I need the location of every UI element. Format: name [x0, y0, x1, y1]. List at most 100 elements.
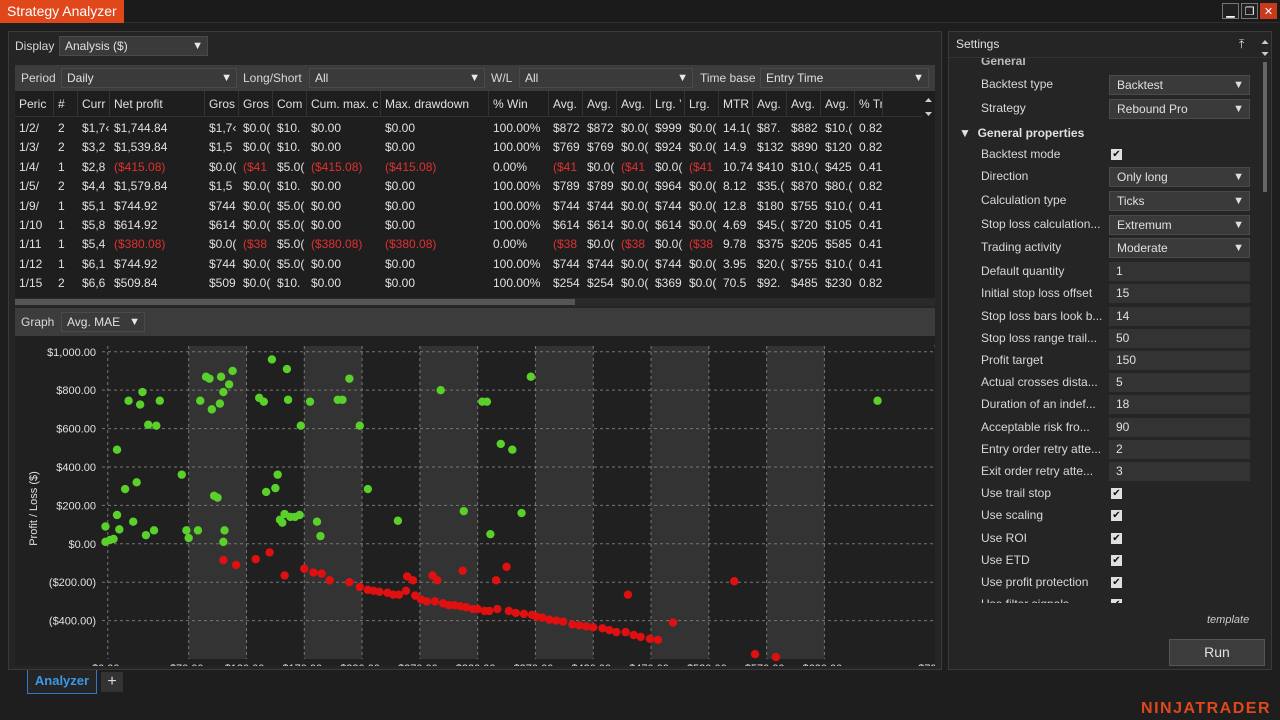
tab-analyzer[interactable]: Analyzer [27, 670, 97, 694]
property-value: Backtest [1117, 78, 1164, 92]
property-dropdown[interactable]: Only long ▼ [1109, 167, 1250, 187]
table-row[interactable]: 1/5/2 $4,4 $1,579.84 $1,5 $0.0($10. $0.00 $0.0… [15, 177, 921, 196]
column-header[interactable]: % Win [489, 91, 549, 117]
table-cell: $0.0( [209, 237, 237, 252]
property-checkbox[interactable]: ✔ [1111, 488, 1122, 500]
table-cell: 0.41 [859, 256, 883, 271]
section-general[interactable]: General [981, 58, 1026, 72]
column-header[interactable]: Avg. [583, 91, 617, 117]
table-cell: 0.82 [859, 179, 883, 194]
column-header[interactable]: Cum. max. c [307, 91, 381, 117]
table-cell: $0.0( [655, 237, 683, 252]
property-row: Direction Only long ▼ [949, 165, 1257, 187]
x-tick-label: $570.00 [745, 663, 785, 666]
template-link[interactable]: template [1207, 614, 1249, 626]
property-value: Rebound Pro [1117, 101, 1188, 116]
column-header[interactable]: Avg. [549, 91, 583, 117]
loss-point [345, 577, 354, 587]
table-cell: $999 [655, 121, 682, 135]
close-button[interactable]: ✕ [1260, 3, 1277, 19]
win-point [345, 374, 354, 383]
table-horizontal-scrollbar[interactable] [15, 298, 935, 306]
table-row[interactable]: 1/11 1 $5,4 ($380.08) $0.0(($38 $5.0(($380.08… [15, 235, 921, 254]
property-row: Backtest type Backtest ▼ [949, 73, 1257, 95]
column-header[interactable]: Avg. [821, 91, 855, 117]
table-row[interactable]: 1/2/2 $1,7‹ $1,744.84 $1,7‹ $0.0($10. $0.00 $0… [15, 119, 921, 138]
table-cell: $0.0( [209, 159, 237, 174]
settings-scrollbar[interactable] [1259, 32, 1271, 603]
property-input[interactable]: 3 [1109, 462, 1250, 481]
property-dropdown[interactable]: Extremum ▼ [1109, 214, 1250, 235]
property-input[interactable]: 50 [1109, 328, 1250, 348]
property-checkbox[interactable]: ✔ [1111, 577, 1122, 588]
property-checkbox[interactable]: ✔ [1111, 148, 1122, 160]
property-input[interactable]: 1 [1109, 262, 1250, 282]
table-cell: $1,5 [209, 140, 233, 155]
column-header[interactable]: Avg. [617, 91, 651, 117]
table-row[interactable]: 1/12 1 $6,1 $744.92 $744 $0.0($5.0($0.00 $0.00… [15, 255, 921, 274]
loss-point [519, 609, 529, 619]
table-cell: $1,579.84 [114, 179, 168, 194]
table-cell: $0.0( [621, 121, 649, 135]
table-cell: 0.82 [859, 140, 883, 155]
column-header[interactable]: MTR [719, 91, 753, 117]
column-header[interactable]: # [54, 91, 78, 117]
table-row[interactable]: 1/4/1 $2,8 ($415.08) $0.0(($41 $5.0(($415.08… [15, 158, 921, 177]
scrollbar-thumb[interactable] [15, 299, 575, 305]
table-row[interactable]: 1/9/1 $5,1 $744.92 $744 $0.0($5.0($0.00 $0.00… [15, 197, 921, 216]
pin-icon[interactable]: ⤒ [1239, 32, 1244, 56]
column-header[interactable]: Lrg. ’ [651, 91, 685, 117]
property-input[interactable]: 14 [1109, 306, 1250, 326]
column-header[interactable]: Avg. [787, 91, 821, 117]
longshort-dropdown[interactable]: All ▼ [309, 68, 485, 88]
table-cell: 1/2/ [19, 121, 40, 135]
property-name: Calculation type [981, 192, 1067, 207]
table-row[interactable]: 1/15 2 $6,6 $509.84 $509 $0.0($10. $0.00 $0.00 1… [15, 274, 921, 293]
loss-point [265, 548, 274, 557]
restore-button[interactable]: ❐ [1241, 3, 1258, 19]
wl-dropdown[interactable]: All ▼ [519, 68, 693, 88]
property-dropdown[interactable]: Moderate ▼ [1109, 238, 1250, 259]
period-dropdown[interactable]: Daily ▼ [61, 68, 237, 88]
add-tab-button[interactable]: + [101, 672, 123, 692]
property-checkbox[interactable]: ✔ [1111, 554, 1122, 566]
section-general-properties[interactable]: ▼ General properties [959, 122, 1084, 144]
column-header[interactable]: Gros [205, 91, 239, 117]
loss-point [219, 555, 228, 565]
timebase-dropdown[interactable]: Entry Time ▼ [760, 68, 929, 88]
property-checkbox[interactable]: ✔ [1111, 599, 1122, 603]
property-dropdown[interactable]: Ticks ▼ [1109, 190, 1250, 211]
column-header[interactable]: Gros [239, 91, 273, 117]
property-input[interactable]: 18 [1109, 395, 1250, 415]
property-dropdown[interactable]: Backtest ▼ [1109, 75, 1250, 95]
table-row[interactable]: 1/3/2 $3,2 $1,539.84 $1,5 $0.0($10. $0.00 $0.0… [15, 138, 921, 157]
graph-dropdown[interactable]: Avg. MAE ▼ [61, 312, 145, 332]
column-header[interactable]: Curr [78, 91, 110, 117]
window-title: Strategy Analyzer [0, 0, 124, 23]
table-cell: 0.00% [493, 237, 528, 252]
display-dropdown[interactable]: Analysis ($) ▼ [59, 36, 208, 56]
property-input[interactable]: 90 [1109, 417, 1250, 437]
table-cell: $872 [587, 121, 614, 135]
property-dropdown[interactable]: Rebound Pro ▼ [1109, 98, 1250, 119]
property-input[interactable]: 150 [1109, 351, 1250, 370]
table-cell: $1,539.84 [114, 140, 168, 155]
column-header[interactable]: Com [273, 91, 307, 117]
property-input[interactable]: 2 [1109, 439, 1250, 459]
column-header[interactable]: Max. drawdown [381, 91, 489, 117]
property-input[interactable]: 5 [1109, 373, 1250, 393]
table-vertical-scrollbar[interactable] [922, 91, 935, 298]
property-checkbox[interactable]: ✔ [1111, 510, 1122, 522]
table-row[interactable]: 1/10 1 $5,8 $614.92 $614 $0.0($5.0($0.00 $0.00… [15, 216, 921, 235]
column-header[interactable]: Avg. [753, 91, 787, 117]
run-button[interactable]: Run [1169, 639, 1265, 666]
column-header[interactable]: % Tr [855, 91, 883, 117]
timebase-value: Entry Time [766, 71, 824, 85]
column-header[interactable]: Peric [15, 91, 54, 117]
property-checkbox[interactable]: ✔ [1111, 532, 1122, 544]
column-header[interactable]: Lrg. [685, 91, 719, 117]
property-input[interactable]: 15 [1109, 284, 1250, 304]
column-header[interactable]: Net profit [110, 91, 205, 117]
loss-point [433, 576, 442, 585]
minimize-button[interactable]: ▁ [1222, 3, 1239, 19]
